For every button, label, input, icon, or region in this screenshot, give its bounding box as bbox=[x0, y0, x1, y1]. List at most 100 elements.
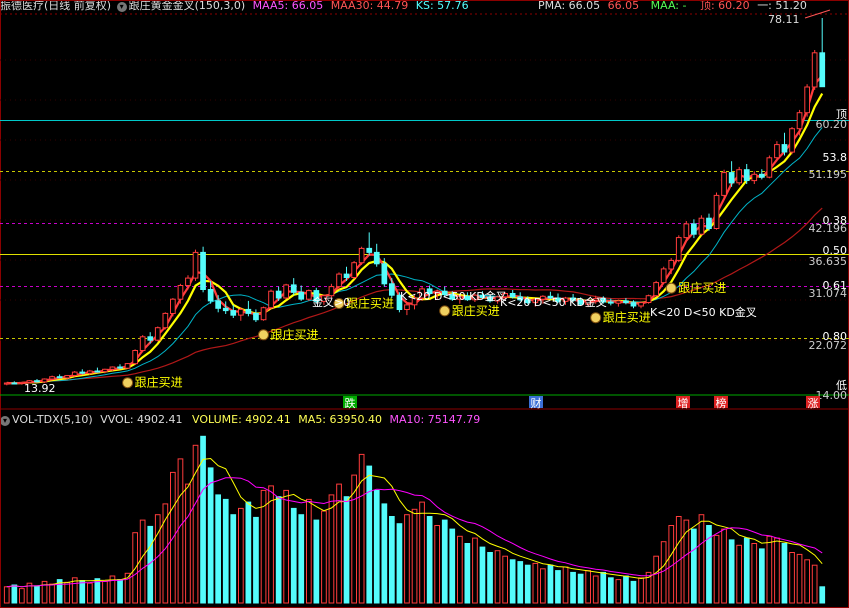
volume-bar bbox=[230, 514, 237, 604]
candle-body bbox=[117, 366, 123, 369]
volume-bar bbox=[638, 577, 644, 604]
candle-body bbox=[683, 223, 690, 239]
volume-bar bbox=[411, 508, 418, 604]
right-axis-label: 36.635 bbox=[809, 255, 848, 268]
volume-bar bbox=[381, 503, 388, 604]
candle-body bbox=[139, 336, 146, 351]
candle-body bbox=[162, 312, 169, 329]
volume-bar bbox=[94, 578, 101, 604]
volume-bar bbox=[238, 507, 244, 604]
candle-body bbox=[328, 286, 335, 297]
candle-body bbox=[766, 157, 773, 178]
right-axis-label: 14.00 bbox=[816, 389, 848, 402]
volume-bar bbox=[222, 498, 229, 604]
volume-bar bbox=[494, 550, 501, 604]
volume-bar bbox=[796, 553, 803, 604]
volume-bar bbox=[328, 494, 335, 604]
volume-bar bbox=[804, 559, 810, 604]
volume-bar bbox=[373, 489, 380, 604]
candle-body bbox=[87, 370, 93, 374]
volume-bar bbox=[290, 507, 297, 604]
volume-bar bbox=[547, 564, 554, 604]
candle-body bbox=[811, 52, 818, 88]
candle-body bbox=[653, 282, 659, 297]
volume-bar bbox=[396, 523, 403, 604]
event-marker-label: 财 bbox=[531, 396, 542, 410]
event-marker-label: 榜 bbox=[716, 396, 727, 410]
candle-body bbox=[623, 300, 629, 304]
candle-body bbox=[192, 251, 199, 279]
volume-bar bbox=[774, 537, 780, 604]
right-axis-label: 22.072 bbox=[809, 339, 848, 352]
candle-body bbox=[789, 128, 795, 153]
volume-bar bbox=[555, 570, 561, 604]
volume-bar bbox=[11, 584, 18, 604]
volume-bar bbox=[34, 585, 40, 604]
volume-bar bbox=[3, 586, 10, 604]
volume-bar bbox=[819, 586, 826, 604]
candle-body bbox=[124, 363, 131, 369]
candle-body bbox=[713, 194, 720, 229]
volume-bar bbox=[102, 580, 108, 604]
volume-bar bbox=[321, 510, 327, 604]
candlestick-chart[interactable]: 跟庄买进跟庄买进跟庄买进跟庄买进 跟庄买进跟庄买进金叉>0 K<20 D<50 KD… bbox=[0, 0, 849, 608]
candle-body bbox=[207, 289, 214, 302]
right-axis-label: 42.196 bbox=[809, 222, 848, 235]
right-axis-label: 31.074 bbox=[809, 287, 848, 300]
volume-bar bbox=[713, 534, 720, 604]
volume-bar bbox=[389, 516, 395, 604]
candle-body bbox=[306, 290, 312, 300]
volume-bar bbox=[721, 528, 727, 604]
volume-bar bbox=[540, 568, 546, 604]
volume-bar bbox=[87, 582, 93, 604]
volume-bar bbox=[781, 543, 788, 604]
candle-body bbox=[751, 173, 758, 182]
volume-bar bbox=[139, 519, 146, 604]
candle-body bbox=[253, 312, 259, 321]
volume-bar bbox=[811, 564, 818, 604]
volume-bar bbox=[245, 501, 252, 604]
volume-bar bbox=[759, 548, 765, 604]
candle-body bbox=[56, 376, 63, 379]
candle-body bbox=[64, 375, 71, 379]
buy-signal-label: 跟庄买进 bbox=[271, 327, 319, 342]
low-price-label: 13.92 bbox=[24, 382, 56, 395]
candle-body bbox=[404, 304, 410, 310]
event-marker-label: 增 bbox=[678, 396, 689, 410]
volume-bar bbox=[472, 537, 478, 604]
volume-bar bbox=[592, 575, 599, 604]
volume-bar bbox=[562, 566, 569, 604]
candle-body bbox=[177, 285, 184, 300]
buy-signal-coin-icon bbox=[590, 312, 602, 324]
candle-body bbox=[222, 307, 229, 312]
candle-body bbox=[71, 371, 78, 377]
candle-body bbox=[298, 291, 305, 300]
candle-body bbox=[102, 368, 108, 373]
kd-cross-label: K<20 D<50 KD金叉 bbox=[400, 289, 507, 303]
volume-bar bbox=[449, 528, 456, 604]
right-axis-label: 51.195 bbox=[809, 168, 848, 181]
candle-body bbox=[170, 298, 176, 315]
candle-body bbox=[238, 308, 244, 316]
volume-bar bbox=[509, 559, 516, 604]
candle-body bbox=[147, 336, 154, 341]
candle-body bbox=[200, 251, 206, 290]
volume-bar bbox=[426, 516, 433, 604]
buy-signal-coin-icon bbox=[258, 329, 269, 341]
candle-body bbox=[645, 295, 652, 304]
volume-bar bbox=[64, 581, 71, 604]
volume-bar bbox=[789, 552, 795, 604]
volume-bar bbox=[660, 541, 667, 604]
kd-cross-label: K<20 D<50 KD金叉 bbox=[650, 305, 757, 319]
candle-body bbox=[132, 350, 139, 365]
ma10-line bbox=[6, 127, 823, 384]
volume-bar bbox=[434, 525, 440, 604]
golden-cross-label: 金叉>0 bbox=[312, 295, 350, 309]
volume-bar bbox=[743, 537, 750, 604]
candle-body bbox=[706, 217, 712, 229]
volume-bar bbox=[736, 544, 742, 604]
volume-bar bbox=[268, 485, 274, 604]
candle-body bbox=[283, 284, 289, 299]
buy-signal-label: 跟庄买进 bbox=[603, 310, 651, 325]
candle-body bbox=[759, 173, 765, 178]
